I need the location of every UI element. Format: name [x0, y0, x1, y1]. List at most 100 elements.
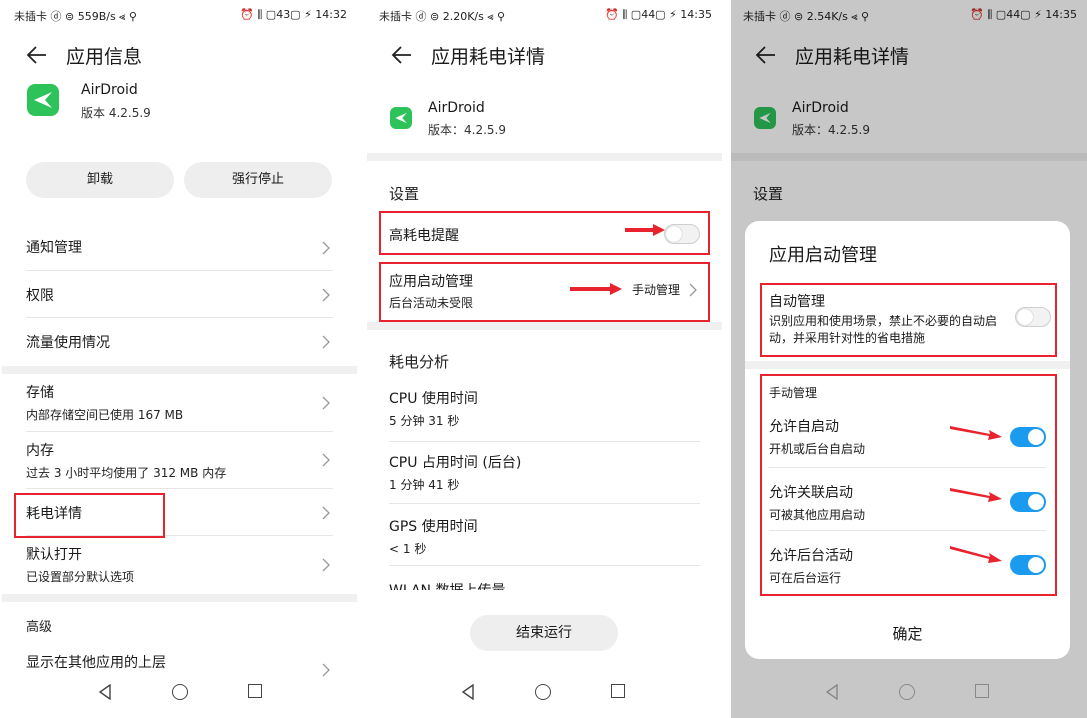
airdroid-logo-icon — [390, 107, 412, 129]
status-left: 未插卡 ⓓ ⊜ 2.20K/s ⪡ ⚲ — [379, 10, 506, 23]
app-info-screen: 未插卡 ⓓ ⊜ 559B/s ⪡ ⚲ ⏰ ⫼ ▢43▢ ⚡ 14:32 应用信息… — [2, 0, 357, 718]
status-bar: 未插卡 ⓓ ⊜ 559B/s ⪡ ⚲ ⏰ ⫼ ▢43▢ ⚡ 14:32 — [2, 0, 357, 34]
chevron-right-icon — [322, 241, 330, 255]
chevron-right-icon — [322, 453, 330, 467]
battery-details-screen: 未插卡 ⓓ ⊜ 2.20K/s ⪡ ⚲ ⏰ ⫼ ▢44▢ ⚡ 14:35 应用耗… — [367, 0, 722, 718]
dialog-title: 应用启动管理 — [769, 245, 877, 266]
app-version: 版本：4.2.5.9 — [428, 123, 506, 137]
allow-autostart-row[interactable]: 允许自启动 开机或后台自启动 — [769, 406, 1046, 468]
nav-back-icon[interactable] — [98, 684, 112, 700]
section-divider — [745, 361, 1070, 369]
nav-recent-icon[interactable] — [975, 684, 989, 698]
highlight-battery-details — [14, 493, 165, 538]
back-arrow-icon[interactable] — [391, 44, 413, 66]
row-sub: 可被其他应用启动 — [769, 508, 866, 522]
page-title: 应用信息 — [66, 46, 143, 68]
stat-label: CPU 占用时间 (后台) — [389, 455, 522, 471]
chevron-right-icon — [322, 506, 330, 520]
title-bar: 应用耗电详情 — [367, 36, 722, 76]
red-arrow-icon — [570, 283, 622, 295]
section-divider — [2, 366, 357, 374]
back-arrow-icon[interactable] — [26, 44, 48, 66]
highlight-auto-mgmt — [760, 283, 1057, 357]
row-sub: 可在后台运行 — [769, 571, 842, 585]
row-label: 允许自启动 — [769, 419, 839, 435]
highlight-launch-mgmt — [379, 262, 710, 322]
nav-recent-icon[interactable] — [611, 684, 625, 698]
nav-back-icon[interactable] — [825, 684, 839, 700]
stat-label: WLAN 数据上传量 — [389, 580, 505, 590]
chevron-right-icon — [322, 335, 330, 349]
row-label: 允许关联启动 — [769, 485, 853, 501]
allow-background-row[interactable]: 允许后台活动 可在后台运行 — [769, 531, 1046, 593]
chevron-right-icon — [322, 558, 330, 572]
red-arrow-icon — [950, 426, 1002, 440]
row-label: 存储 — [26, 385, 54, 401]
nav-recent-icon[interactable] — [248, 684, 262, 698]
allow-assoc-start-toggle[interactable] — [1010, 492, 1046, 512]
storage-row[interactable]: 存储 内部存储空间已使用 167 MB — [26, 374, 333, 432]
section-divider — [367, 322, 722, 330]
notification-mgmt-row[interactable]: 通知管理 — [26, 225, 333, 271]
launch-mgmt-dialog: 应用启动管理 自动管理 识别应用和使用场景，禁止不必要的自动启动，并采用针对性的… — [745, 221, 1070, 659]
status-right: ⏰ ⫼ ▢44▢ ⚡ 14:35 — [605, 8, 712, 21]
uninstall-button[interactable]: 卸载 — [26, 162, 174, 198]
nav-bar — [2, 668, 357, 718]
memory-row[interactable]: 内存 过去 3 小时平均使用了 312 MB 内存 — [26, 432, 333, 489]
nav-back-icon[interactable] — [461, 684, 475, 700]
stat-value: 5 分钟 31 秒 — [389, 414, 460, 428]
section-divider — [2, 594, 357, 602]
section-divider — [367, 153, 722, 161]
allow-assoc-start-row[interactable]: 允许关联启动 可被其他应用启动 — [769, 468, 1046, 531]
nav-bar — [731, 668, 1087, 718]
nav-home-icon[interactable] — [899, 684, 915, 700]
red-arrow-icon — [950, 546, 1002, 563]
end-run-button[interactable]: 结束运行 — [470, 615, 618, 651]
red-arrow-icon — [625, 224, 665, 236]
row-sub: 已设置部分默认选项 — [26, 570, 135, 584]
title-bar: 应用信息 — [2, 36, 357, 76]
status-bar: 未插卡 ⓓ ⊜ 2.20K/s ⪡ ⚲ ⏰ ⫼ ▢44▢ ⚡ 14:35 — [367, 0, 722, 34]
red-arrow-icon — [950, 488, 1002, 502]
row-label: 允许后台活动 — [769, 548, 853, 564]
row-sub: 过去 3 小时平均使用了 312 MB 内存 — [26, 466, 227, 480]
app-version: 版本 4.2.5.9 — [81, 106, 151, 120]
nav-home-icon[interactable] — [535, 684, 551, 700]
status-left: 未插卡 ⓓ ⊜ 559B/s ⪡ ⚲ — [14, 10, 137, 23]
stat-value: < 1 秒 — [389, 542, 427, 556]
stat-label: GPS 使用时间 — [389, 519, 478, 535]
status-right: ⏰ ⫼ ▢43▢ ⚡ 14:32 — [240, 8, 347, 21]
row-sub: 开机或后台自启动 — [769, 442, 866, 456]
stat-row-clipped: WLAN 数据上传量 — [389, 578, 700, 590]
stat-row: CPU 占用时间 (后台) 1 分钟 41 秒 — [389, 442, 700, 504]
default-open-row[interactable]: 默认打开 已设置部分默认选项 — [26, 536, 333, 594]
page-title: 应用耗电详情 — [431, 46, 546, 68]
row-label: 内存 — [26, 443, 54, 459]
nav-home-icon[interactable] — [172, 684, 188, 700]
chevron-right-icon — [322, 396, 330, 410]
row-label: 流量使用情况 — [26, 335, 110, 351]
manual-mgmt-header: 手动管理 — [769, 386, 818, 400]
stat-row: GPS 使用时间 < 1 秒 — [389, 504, 700, 566]
launch-mgmt-dialog-screen: 未插卡 ⓓ ⊜ 2.54K/s ⪡ ⚲ ⏰ ⫼ ▢44▢ ⚡ 14:35 应用耗… — [731, 0, 1087, 718]
row-label: 默认打开 — [26, 547, 82, 563]
row-label: 通知管理 — [26, 240, 82, 256]
allow-autostart-toggle[interactable] — [1010, 427, 1046, 447]
force-stop-button[interactable]: 强行停止 — [184, 162, 332, 198]
row-sub: 内部存储空间已使用 167 MB — [26, 408, 184, 422]
chevron-right-icon — [322, 288, 330, 302]
analysis-header: 耗电分析 — [389, 353, 450, 371]
confirm-button[interactable]: 确定 — [745, 623, 1070, 644]
stat-row: CPU 使用时间 5 分钟 31 秒 — [389, 380, 700, 442]
stat-label: CPU 使用时间 — [389, 391, 478, 407]
settings-header: 设置 — [389, 185, 420, 203]
app-name: AirDroid — [428, 100, 485, 116]
permissions-row[interactable]: 权限 — [26, 271, 333, 318]
data-usage-row[interactable]: 流量使用情况 — [26, 318, 333, 365]
app-name: AirDroid — [81, 82, 138, 98]
stat-value: 1 分钟 41 秒 — [389, 478, 460, 492]
allow-background-toggle[interactable] — [1010, 555, 1046, 575]
airdroid-logo-icon — [27, 84, 59, 116]
nav-bar — [367, 668, 722, 718]
row-label: 权限 — [26, 288, 54, 304]
